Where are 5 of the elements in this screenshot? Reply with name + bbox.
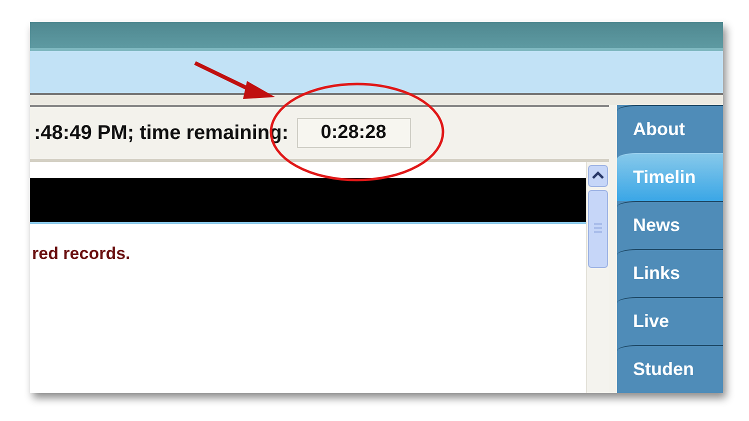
scroll-thumb[interactable] — [588, 190, 608, 268]
scroll-up-button[interactable] — [588, 165, 608, 187]
message-text: red records. — [32, 244, 132, 264]
time-remaining-field: 0:28:28 — [296, 118, 411, 148]
nav-tab[interactable]: Timelin — [617, 153, 723, 201]
